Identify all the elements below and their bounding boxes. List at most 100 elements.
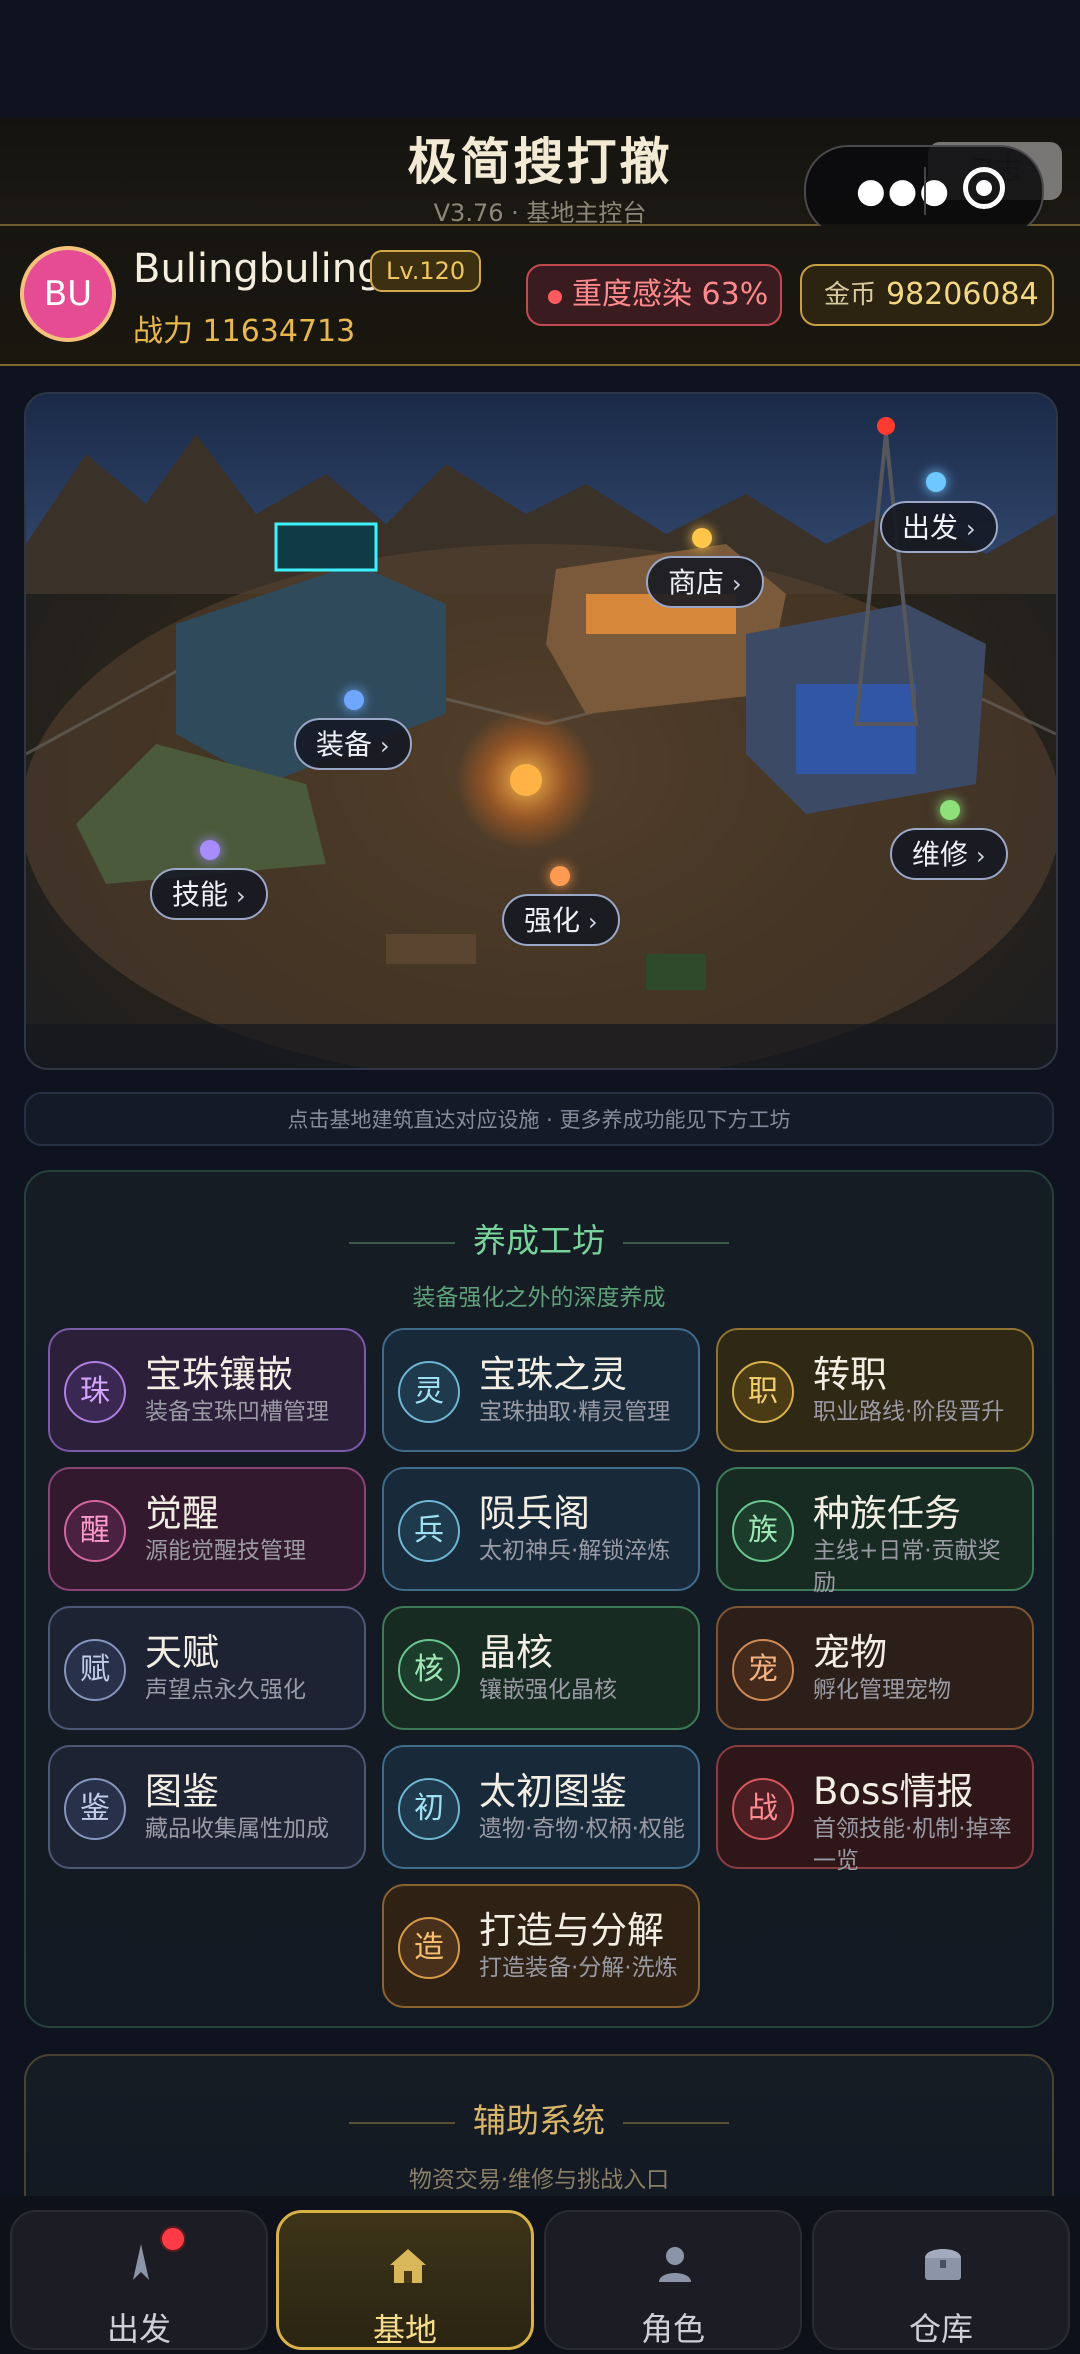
skill-pin-icon: [200, 840, 220, 860]
chevron-right-icon: ›: [588, 908, 598, 936]
miniprogram-capsule: ●●●: [804, 145, 1044, 237]
equipment-tag[interactable]: 装备 ›: [294, 718, 412, 770]
card-title: 种族任务: [813, 1492, 961, 1535]
card-desc: 镶嵌强化晶核: [479, 1677, 617, 1703]
card-title: 觉醒: [145, 1492, 219, 1535]
forge-icon: 造: [398, 1917, 460, 1979]
workshop-title-row: 养成工坊: [26, 1214, 1052, 1262]
enhance-label: 强化: [524, 904, 581, 937]
repair-tag[interactable]: 维修 ›: [890, 828, 1008, 880]
more-icon[interactable]: ●●●: [856, 171, 951, 211]
class-change-icon: 职: [732, 1361, 794, 1423]
talent-icon: 赋: [64, 1639, 126, 1701]
card-codex[interactable]: 鉴 图鉴 藏品收集属性加成: [48, 1745, 366, 1869]
capsule-divider: [924, 167, 926, 215]
scene-hint: 点击基地建筑直达对应设施 · 更多养成功能见下方工坊: [24, 1092, 1054, 1146]
title-divider-left: [349, 1241, 455, 1244]
repair-label: 维修: [912, 838, 969, 871]
house-icon: [390, 2249, 426, 2283]
card-fallen-weapon[interactable]: 兵 陨兵阁 太初神兵·解锁淬炼: [382, 1467, 700, 1591]
infection-text: 重度感染 63%: [572, 277, 769, 312]
card-desc: 职业路线·阶段晋升: [813, 1399, 1005, 1425]
awaken-icon: 醒: [64, 1500, 126, 1562]
depart-tag[interactable]: 出发 ›: [880, 501, 998, 553]
card-pet[interactable]: 宠 宠物 孵化管理宠物: [716, 1606, 1034, 1730]
card-title: 陨兵阁: [479, 1492, 590, 1535]
nav-warehouse-label: 仓库: [908, 2310, 973, 2348]
gem-spirit-icon: 灵: [398, 1361, 460, 1423]
card-race-quest[interactable]: 族 种族任务 主线+日常·贡献奖励: [716, 1467, 1034, 1596]
notification-badge: [160, 2226, 186, 2252]
coins-display: 金币 98206084: [800, 264, 1054, 326]
card-class-change[interactable]: 职 转职 职业路线·阶段晋升: [716, 1328, 1034, 1452]
card-awaken[interactable]: 醒 觉醒 源能觉醒技管理: [48, 1467, 366, 1591]
chevron-right-icon: ›: [966, 515, 976, 543]
equipment-label: 装备: [316, 728, 373, 761]
card-primordial-codex[interactable]: 初 太初图鉴 遗物·奇物·权柄·权能: [382, 1745, 700, 1869]
card-desc: 宝珠抽取·精灵管理: [479, 1399, 671, 1425]
card-title: 太初图鉴: [479, 1770, 627, 1813]
infection-dot-icon: [548, 290, 562, 304]
card-desc: 藏品收集属性加成: [145, 1816, 329, 1842]
card-crystal-core[interactable]: 核 晶核 镶嵌强化晶核: [382, 1606, 700, 1730]
assist-title: 辅助系统: [473, 2101, 605, 2140]
chevron-right-icon: ›: [732, 570, 742, 598]
card-title: 宝珠之灵: [479, 1353, 627, 1396]
player-name: Bulingbuling: [133, 246, 383, 292]
skill-label: 技能: [172, 878, 229, 911]
card-gem-spirit[interactable]: 灵 宝珠之灵 宝珠抽取·精灵管理: [382, 1328, 700, 1452]
nav-warehouse[interactable]: 仓库: [812, 2210, 1070, 2350]
title-divider-left: [349, 2121, 455, 2124]
depart-label: 出发: [902, 511, 959, 544]
level-badge: Lv.120: [370, 250, 482, 292]
card-title: 宝珠镶嵌: [145, 1353, 293, 1396]
card-desc: 声望点永久强化: [145, 1677, 306, 1703]
card-desc: 太初神兵·解锁淬炼: [479, 1538, 671, 1564]
shop-label: 商店: [668, 566, 725, 599]
nav-character-label: 角色: [640, 2310, 705, 2348]
assist-subtitle: 物资交易·维修与挑战入口: [408, 2167, 670, 2193]
nav-base[interactable]: 基地: [276, 2210, 534, 2350]
avatar[interactable]: BU: [20, 246, 116, 342]
card-desc: 孵化管理宠物: [813, 1677, 951, 1703]
chevron-right-icon: ›: [976, 842, 986, 870]
card-desc: 首领技能·机制·掉率一览: [813, 1816, 1012, 1874]
workshop-panel: 养成工坊 装备强化之外的深度养成 珠 宝珠镶嵌 装备宝珠凹槽管理 灵 宝珠之灵 …: [24, 1170, 1054, 2028]
coins-label: 金币: [824, 280, 877, 310]
card-desc: 遗物·奇物·权柄·权能: [479, 1816, 685, 1842]
title-divider-right: [623, 2121, 729, 2124]
card-talent[interactable]: 赋 天赋 声望点永久强化: [48, 1606, 366, 1730]
base-scene-illustration: [26, 394, 1056, 1068]
codex-icon: 鉴: [64, 1778, 126, 1840]
card-gem-inlay[interactable]: 珠 宝珠镶嵌 装备宝珠凹槽管理: [48, 1328, 366, 1452]
title-divider-right: [623, 1241, 729, 1244]
close-target-icon[interactable]: [963, 167, 1005, 209]
gem-inlay-icon: 珠: [64, 1361, 126, 1423]
shop-pin-icon: [692, 528, 712, 548]
nav-depart[interactable]: 出发: [10, 2210, 268, 2350]
combat-power: 战力 11634713: [133, 314, 356, 349]
shop-tag[interactable]: 商店 ›: [646, 556, 764, 608]
bottom-nav: 出发 基地 角色 仓库: [0, 2196, 1080, 2354]
enhance-pin-icon: [550, 866, 570, 886]
card-title: Boss情报: [813, 1770, 974, 1813]
workshop-title: 养成工坊: [473, 1221, 605, 1260]
card-boss-intel[interactable]: 战 Boss情报 首领技能·机制·掉率一览: [716, 1745, 1034, 1874]
card-desc: 打造装备·分解·洗炼: [479, 1955, 678, 1981]
boss-intel-icon: 战: [732, 1778, 794, 1840]
card-title: 图鉴: [145, 1770, 219, 1813]
nav-character[interactable]: 角色: [544, 2210, 802, 2350]
card-title: 天赋: [145, 1631, 219, 1674]
card-desc: 装备宝珠凹槽管理: [145, 1399, 329, 1425]
card-desc: 源能觉醒技管理: [145, 1538, 306, 1564]
depart-pin-icon: [926, 472, 946, 492]
infection-status[interactable]: 重度感染 63%: [526, 264, 782, 326]
card-desc: 主线+日常·贡献奖励: [813, 1538, 1001, 1596]
crystal-core-icon: 核: [398, 1639, 460, 1701]
card-forge-dismantle[interactable]: 造 打造与分解 打造装备·分解·洗炼: [382, 1884, 700, 2008]
coins-value: 98206084: [886, 277, 1039, 312]
equipment-pin-icon: [344, 690, 364, 710]
enhance-tag[interactable]: 强化 ›: [502, 894, 620, 946]
base-scene: 出发 › 商店 › 装备 › 维修 › 技能 › 强化 ›: [24, 392, 1058, 1070]
skill-tag[interactable]: 技能 ›: [150, 868, 268, 920]
